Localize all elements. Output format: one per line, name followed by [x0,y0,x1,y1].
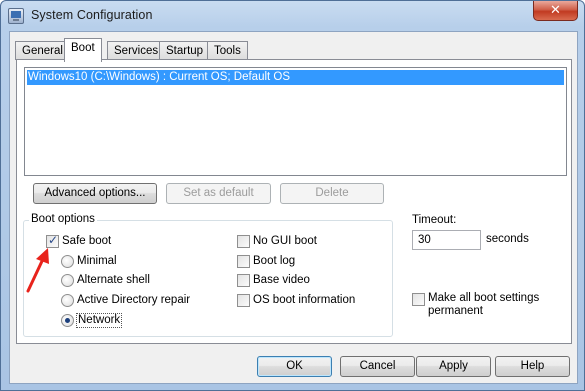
os-boot-information-label[interactable]: OS boot information [253,294,355,306]
window-title: System Configuration [31,8,153,22]
boot-entries-list[interactable]: Windows10 (C:\Windows) : Current OS; Def… [24,67,567,176]
make-permanent-label-line1[interactable]: Make all boot settings [428,292,539,304]
minimal-radio[interactable] [61,255,74,268]
boot-options-label: Boot options [29,213,97,225]
cancel-button[interactable]: Cancel [340,356,415,377]
advanced-options-button[interactable]: Advanced options... [33,183,157,204]
safe-boot-label[interactable]: Safe boot [62,235,111,247]
boot-log-label[interactable]: Boot log [253,255,295,267]
timeout-input[interactable]: 30 [412,230,481,250]
timeout-unit-label: seconds [486,233,529,245]
alternate-shell-radio[interactable] [61,274,74,287]
base-video-checkbox[interactable] [237,274,250,287]
base-video-label[interactable]: Base video [253,274,310,286]
delete-button[interactable]: Delete [280,183,384,204]
tab-boot[interactable]: Boot [64,38,102,62]
system-config-icon [8,8,24,24]
boot-log-checkbox[interactable] [237,255,250,268]
ok-button[interactable]: OK [257,356,332,377]
alternate-shell-label[interactable]: Alternate shell [77,274,150,286]
apply-button[interactable]: Apply [416,356,491,377]
client-area: General Boot Services Startup Tools Wind… [9,31,578,384]
close-icon: ✕ [550,2,561,17]
close-button[interactable]: ✕ [533,1,578,21]
network-radio[interactable] [61,314,74,327]
tab-services[interactable]: Services [107,41,166,60]
title-bar[interactable]: System Configuration ✕ [1,1,584,31]
make-permanent-label-line2[interactable]: permanent [428,305,483,317]
os-boot-information-checkbox[interactable] [237,294,250,307]
network-label[interactable]: Network [76,313,123,328]
make-permanent-checkbox[interactable] [412,293,425,306]
active-directory-repair-label[interactable]: Active Directory repair [77,294,190,306]
timeout-label: Timeout: [412,214,457,226]
tab-startup[interactable]: Startup [159,41,211,60]
no-gui-boot-label[interactable]: No GUI boot [253,235,317,247]
set-as-default-button[interactable]: Set as default [166,183,271,204]
boot-entry-windows10[interactable]: Windows10 (C:\Windows) : Current OS; Def… [27,70,564,85]
tab-tools[interactable]: Tools [207,41,248,60]
annotation-arrow-icon [26,248,49,293]
help-button[interactable]: Help [495,356,570,377]
no-gui-boot-checkbox[interactable] [237,235,250,248]
system-configuration-window: System Configuration ✕ General Boot Serv… [0,0,585,391]
active-directory-repair-radio[interactable] [61,294,74,307]
minimal-label[interactable]: Minimal [77,255,117,267]
tab-general[interactable]: General [15,41,70,60]
